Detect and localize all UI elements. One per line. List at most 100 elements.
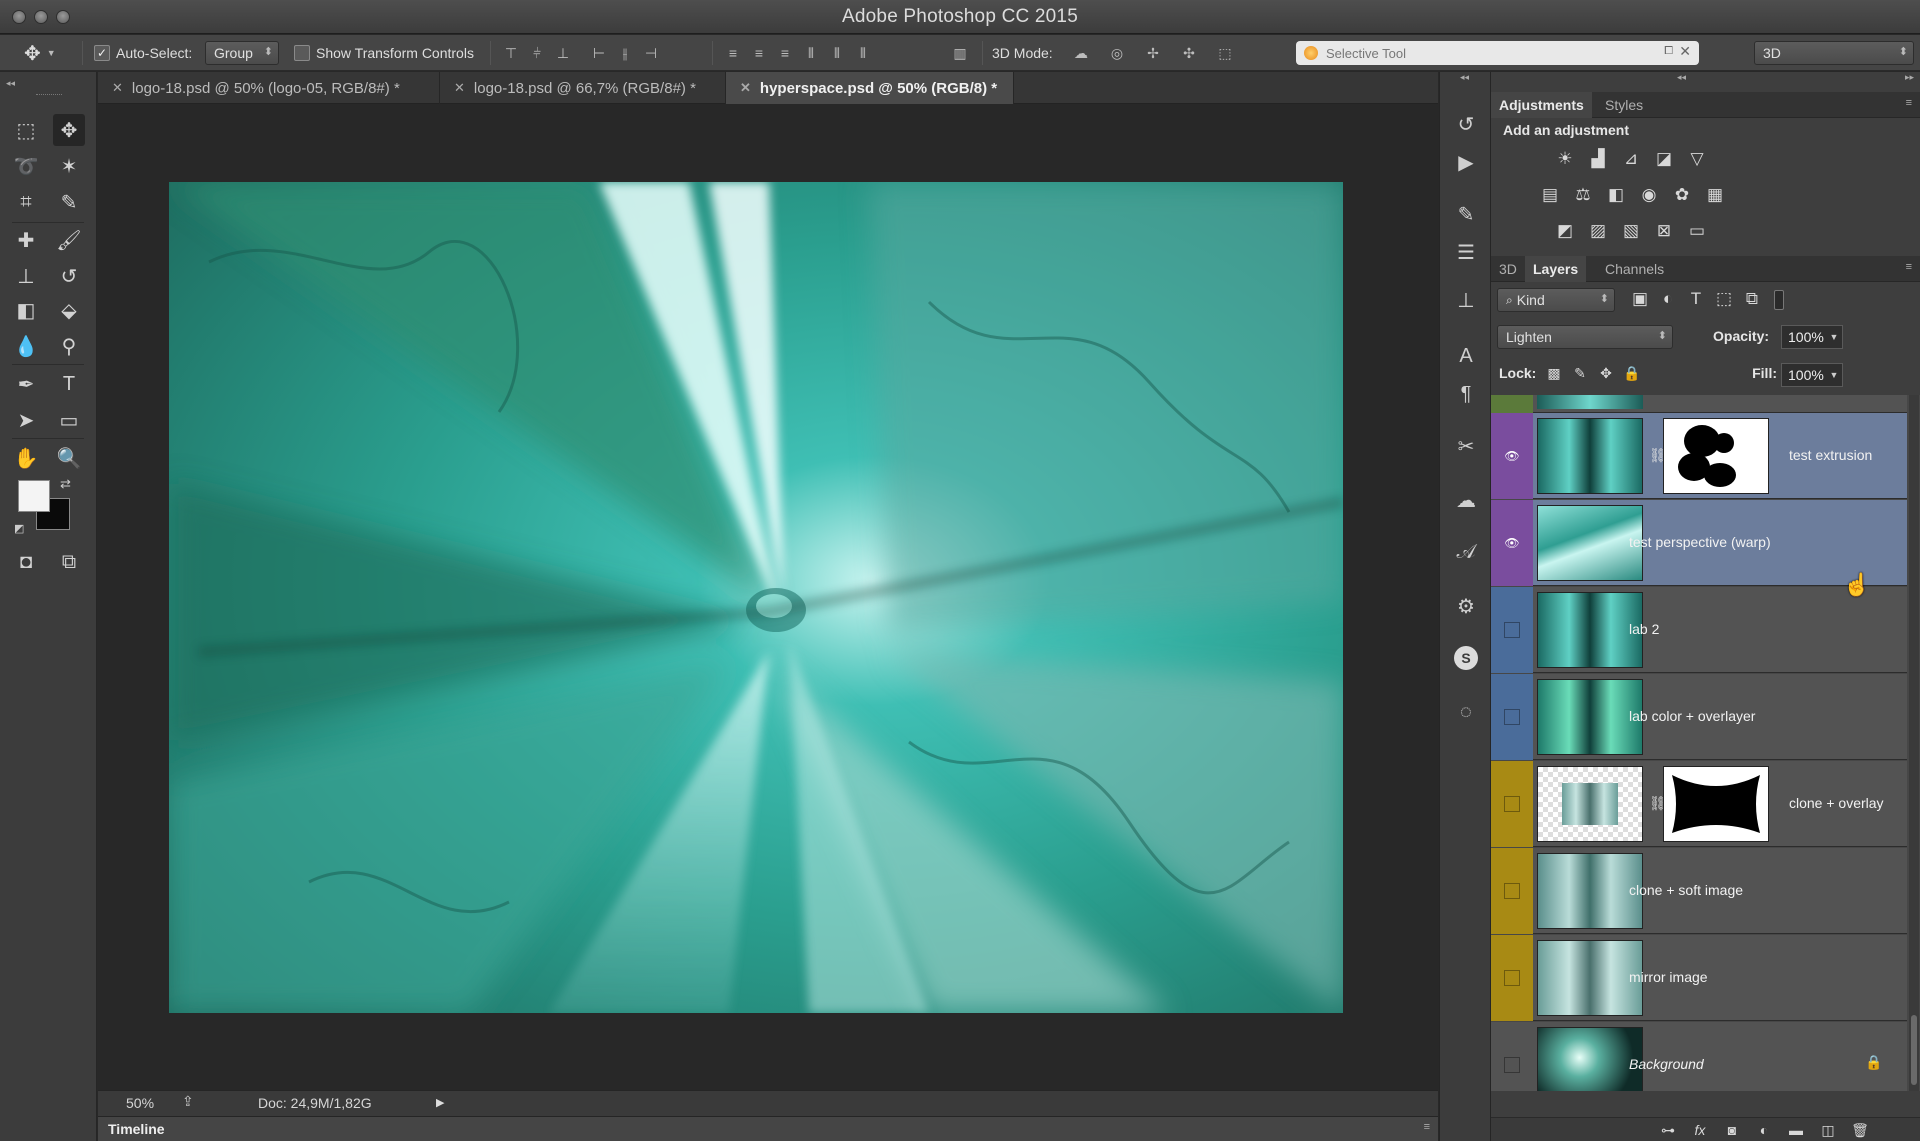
visibility-eye-icon[interactable]: 👁	[1504, 448, 1520, 464]
visibility-toggle[interactable]	[1504, 1057, 1520, 1073]
distribute-left-icon[interactable]: ⦀	[798, 40, 824, 66]
align-right-edges-icon[interactable]: ⊣	[638, 40, 664, 66]
layer-name[interactable]: clone + soft image	[1629, 882, 1743, 898]
layer-mask-thumbnail[interactable]	[1663, 766, 1769, 842]
new-adjustment-layer-icon[interactable]: ◐	[1753, 1119, 1775, 1141]
tab-logo-18-logo-05[interactable]: ✕ logo-18.psd @ 50% (logo-05, RGB/8#) *	[98, 72, 440, 104]
close-tab-icon[interactable]: ✕	[454, 80, 465, 96]
link-layers-icon[interactable]: ⊶	[1657, 1119, 1679, 1141]
collapse-strip-icon[interactable]: ◂◂	[1460, 72, 1469, 83]
lock-position-icon[interactable]: ✥	[1595, 362, 1617, 384]
timeline-tab[interactable]: Timeline	[108, 1121, 165, 1137]
tab-hyperspace[interactable]: ✕ hyperspace.psd @ 50% (RGB/8) *	[726, 72, 1014, 104]
filter-pixel-icon[interactable]: ▣	[1629, 288, 1651, 310]
type-tool-icon[interactable]: T	[53, 368, 85, 400]
curves-icon[interactable]: ⊿	[1620, 148, 1642, 170]
filter-adjustment-icon[interactable]: ◐	[1657, 288, 1679, 310]
threshold-icon[interactable]: ▧	[1620, 220, 1642, 242]
layer-thumbnail[interactable]	[1537, 505, 1643, 581]
layer-filter-kind[interactable]: ⌕ Kind	[1497, 288, 1615, 312]
exposure-icon[interactable]: ◪	[1653, 148, 1675, 170]
layer-row-partial[interactable]	[1491, 395, 1907, 413]
layer-thumbnail[interactable]	[1537, 766, 1643, 842]
share-icon[interactable]: ⇪	[182, 1093, 194, 1110]
photo-filter-icon[interactable]: ◉	[1638, 184, 1660, 206]
plugin-spiral-icon[interactable]: ◌	[1452, 698, 1480, 726]
collapse-panels-icon[interactable]: ◂◂	[1677, 72, 1686, 83]
layer-row[interactable]: ⛓ clone + overlay	[1491, 761, 1907, 847]
layers-scrollbar[interactable]	[1909, 395, 1919, 1091]
glyphs-icon[interactable]: 𝒜	[1452, 538, 1480, 566]
layer-name[interactable]: Background	[1629, 1056, 1704, 1072]
show-transform-controls-checkbox[interactable]: Show Transform Controls	[294, 35, 474, 71]
align-horizontal-centers-icon[interactable]: ⫲	[612, 40, 638, 66]
tool-preset-picker[interactable]: ✥ ▼	[24, 35, 56, 71]
tab-3d[interactable]: 3D	[1499, 256, 1517, 282]
align-top-edges-icon[interactable]: ⊤	[498, 40, 524, 66]
search-field[interactable]: Selective Tool ⧠ ✕	[1296, 41, 1699, 65]
dodge-tool-icon[interactable]: ⚲	[53, 330, 85, 362]
clone-source-icon[interactable]: ⊥	[1452, 286, 1480, 314]
layer-thumbnail[interactable]	[1537, 679, 1643, 755]
layer-style-fx-icon[interactable]: fx	[1689, 1119, 1711, 1141]
visibility-toggle[interactable]	[1504, 883, 1520, 899]
add-mask-icon[interactable]: ◙	[1721, 1119, 1743, 1141]
panel-menu-icon[interactable]: ≡	[1906, 261, 1912, 273]
distribute-vcenter-icon[interactable]: ≡	[746, 40, 772, 66]
visibility-toggle[interactable]	[1504, 709, 1520, 725]
drag-3d-icon[interactable]: ✢	[1140, 40, 1166, 66]
layer-name[interactable]: clone + overlay	[1789, 795, 1884, 811]
scale-3d-icon[interactable]: ⬚	[1212, 40, 1238, 66]
visibility-toggle[interactable]	[1504, 622, 1520, 638]
gradient-map-icon[interactable]: ▭	[1686, 220, 1708, 242]
close-tab-icon[interactable]: ✕	[740, 80, 751, 96]
new-layer-icon[interactable]: ◫	[1817, 1119, 1839, 1141]
brightness-contrast-icon[interactable]: ☀	[1554, 148, 1576, 170]
layer-thumbnail[interactable]	[1537, 418, 1643, 494]
layer-row[interactable]: Background 🔒	[1491, 1022, 1907, 1091]
brush-settings-icon[interactable]: ☰	[1452, 238, 1480, 266]
color-lookup-icon[interactable]: ▦	[1704, 184, 1726, 206]
panel-menu-icon[interactable]: ≡	[1424, 1121, 1430, 1133]
align-vertical-centers-icon[interactable]: ⫩	[524, 40, 550, 66]
lock-image-pixels-icon[interactable]: ✎	[1569, 362, 1591, 384]
layer-row[interactable]: mirror image	[1491, 935, 1907, 1021]
lasso-tool-icon[interactable]: ➰	[10, 150, 42, 182]
document-image[interactable]	[169, 182, 1343, 1013]
tool-presets-icon[interactable]: ✂	[1452, 432, 1480, 460]
quick-mask-icon[interactable]: ◘	[10, 546, 42, 578]
visibility-toggle[interactable]	[1504, 970, 1520, 986]
screen-mode-icon[interactable]: ⧉	[53, 546, 85, 578]
distribute-hcenter-icon[interactable]: ⦀	[824, 40, 850, 66]
history-panel-icon[interactable]: ↺	[1452, 110, 1480, 138]
default-colors-icon[interactable]: ◩	[14, 522, 24, 535]
pen-tool-icon[interactable]: ✒	[10, 368, 42, 400]
layer-thumbnail[interactable]	[1537, 853, 1643, 929]
restore-icon[interactable]: ⧠	[1664, 45, 1673, 58]
black-white-icon[interactable]: ◧	[1605, 184, 1627, 206]
properties-panel-icon[interactable]: ⚙	[1452, 592, 1480, 620]
history-brush-tool-icon[interactable]: ↺	[53, 260, 85, 292]
filter-shape-icon[interactable]: ⬚	[1713, 288, 1735, 310]
roll-3d-icon[interactable]: ◎	[1104, 40, 1130, 66]
layer-row[interactable]: clone + soft image	[1491, 848, 1907, 934]
new-group-icon[interactable]: ▬	[1785, 1119, 1807, 1141]
crop-tool-icon[interactable]: ⌗	[10, 186, 42, 218]
eraser-tool-icon[interactable]: ◧	[10, 294, 42, 326]
move-tool-icon[interactable]: ✥	[53, 114, 85, 146]
orbit-3d-icon[interactable]: ☁	[1068, 40, 1094, 66]
eyedropper-tool-icon[interactable]: ✎	[53, 186, 85, 218]
slide-3d-icon[interactable]: ✣	[1176, 40, 1202, 66]
brush-presets-icon[interactable]: ✎	[1452, 200, 1480, 228]
levels-icon[interactable]: ▟	[1587, 148, 1609, 170]
libraries-icon[interactable]: ☁	[1452, 486, 1480, 514]
swap-colors-icon[interactable]: ⇄	[60, 476, 71, 492]
blend-mode-dropdown[interactable]: Lighten	[1497, 325, 1673, 349]
auto-select-checkbox[interactable]: ✓ Auto-Select:	[94, 35, 192, 71]
rectangle-tool-icon[interactable]: ▭	[53, 404, 85, 436]
layer-name[interactable]: lab 2	[1629, 621, 1659, 637]
healing-brush-tool-icon[interactable]: ✚	[10, 224, 42, 256]
paragraph-panel-icon[interactable]: ¶	[1452, 380, 1480, 408]
hand-tool-icon[interactable]: ✋	[10, 442, 42, 474]
layer-thumbnail[interactable]	[1537, 592, 1643, 668]
